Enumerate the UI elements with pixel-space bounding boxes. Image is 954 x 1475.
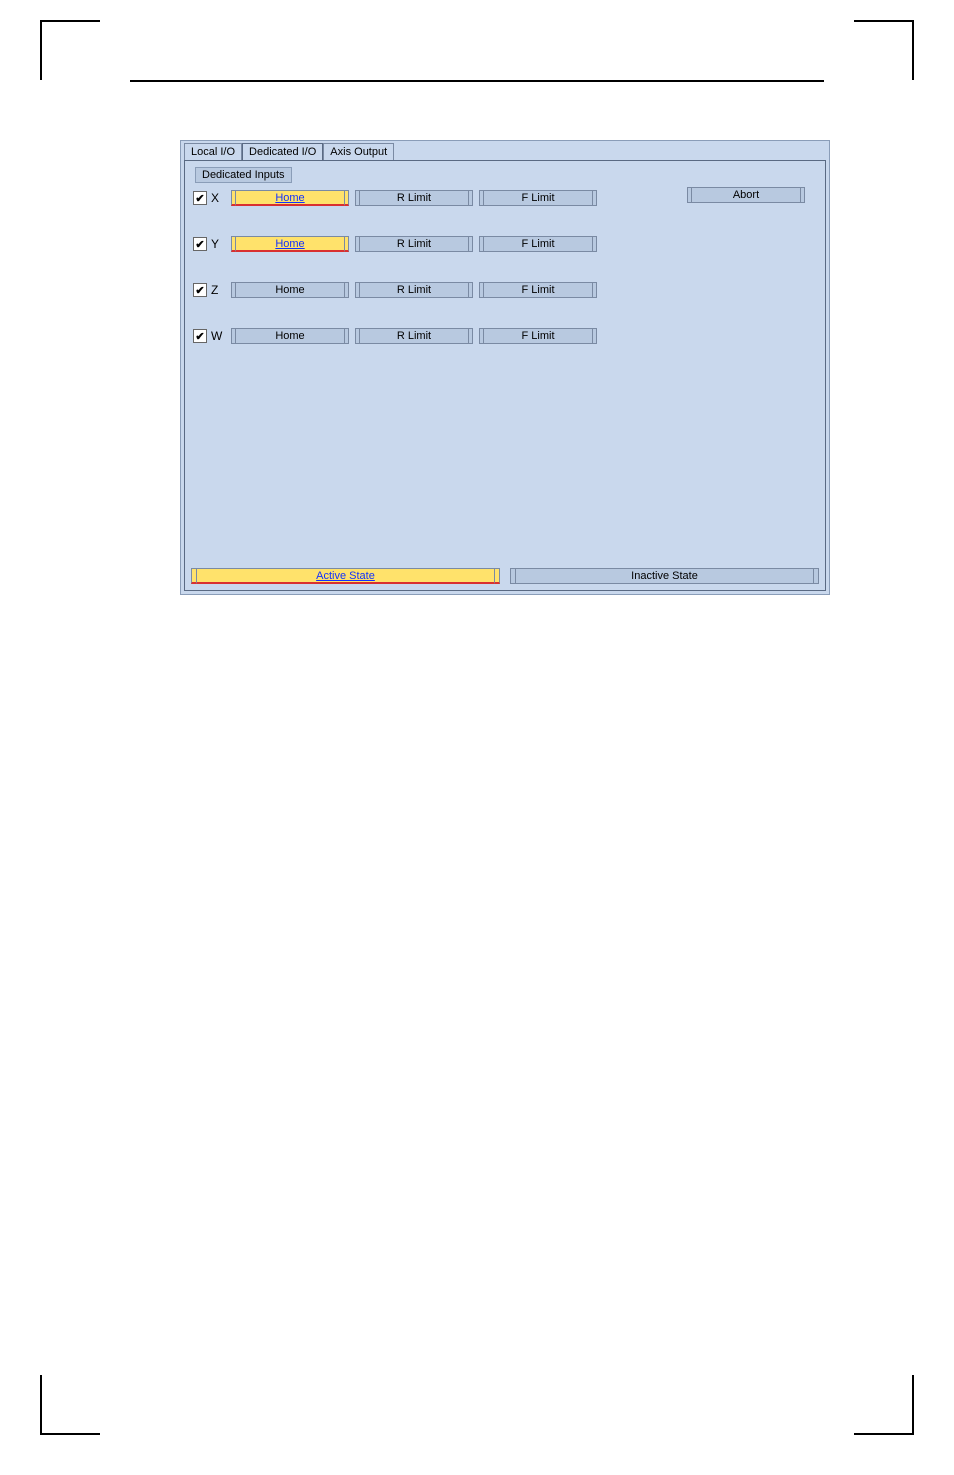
axis-x-home-label: Home	[275, 192, 304, 204]
tab-bar: Local I/O Dedicated I/O Axis Output	[181, 141, 829, 160]
axis-w-rlimit-label: R Limit	[397, 330, 431, 342]
abort-button[interactable]: Abort	[687, 187, 805, 203]
axis-y-home-label: Home	[275, 238, 304, 250]
axis-y-home-button[interactable]: Home	[231, 236, 349, 252]
page-corner-br	[854, 1375, 914, 1435]
axis-x-rlimit-button[interactable]: R Limit	[355, 190, 473, 206]
axis-w-flimit-label: F Limit	[522, 330, 555, 342]
axis-x-flimit-button[interactable]: F Limit	[479, 190, 597, 206]
axis-w-label: W	[211, 329, 227, 343]
axis-z-home-label: Home	[275, 284, 304, 296]
axis-y-checkbox[interactable]: ✔	[193, 237, 207, 251]
axis-y-label: Y	[211, 237, 227, 251]
axis-z-checkbox[interactable]: ✔	[193, 283, 207, 297]
tab-dedicated-io[interactable]: Dedicated I/O	[242, 143, 323, 160]
abort-label: Abort	[733, 189, 759, 201]
axis-rows: ✔ X Home R Limit F Limit	[189, 189, 821, 345]
group-dedicated-inputs: Dedicated Inputs	[195, 167, 292, 183]
axis-w-rlimit-button[interactable]: R Limit	[355, 328, 473, 344]
axis-x-flimit-label: F Limit	[522, 192, 555, 204]
axis-w-home-label: Home	[275, 330, 304, 342]
axis-y-flimit-button[interactable]: F Limit	[479, 236, 597, 252]
axis-row-z: ✔ Z Home R Limit F Limit	[193, 281, 817, 299]
axis-row-y: ✔ Y Home R Limit F Limit	[193, 235, 817, 253]
axis-z-rlimit-label: R Limit	[397, 284, 431, 296]
axis-w-home-button[interactable]: Home	[231, 328, 349, 344]
dedicated-io-panel: Dedicated Inputs Abort ✔ X Home	[184, 160, 826, 591]
axis-z-rlimit-button[interactable]: R Limit	[355, 282, 473, 298]
axis-z-flimit-button[interactable]: F Limit	[479, 282, 597, 298]
axis-z-label: Z	[211, 283, 227, 297]
axis-w-flimit-button[interactable]: F Limit	[479, 328, 597, 344]
axis-y-flimit-label: F Limit	[522, 238, 555, 250]
io-config-window: Local I/O Dedicated I/O Axis Output Dedi…	[180, 140, 830, 595]
legend-bar: Active State Inactive State	[191, 568, 819, 584]
page-corner-bl	[40, 1375, 100, 1435]
axis-row-w: ✔ W Home R Limit F Limit	[193, 327, 817, 345]
axis-y-rlimit-button[interactable]: R Limit	[355, 236, 473, 252]
legend-inactive-label: Inactive State	[631, 570, 698, 582]
legend-inactive-state: Inactive State	[510, 568, 819, 584]
axis-x-checkbox[interactable]: ✔	[193, 191, 207, 205]
axis-x-rlimit-label: R Limit	[397, 192, 431, 204]
axis-z-home-button[interactable]: Home	[231, 282, 349, 298]
axis-y-rlimit-label: R Limit	[397, 238, 431, 250]
axis-z-flimit-label: F Limit	[522, 284, 555, 296]
axis-w-checkbox[interactable]: ✔	[193, 329, 207, 343]
legend-active-state: Active State	[191, 568, 500, 584]
page-header-rule	[130, 80, 824, 82]
tab-axis-output[interactable]: Axis Output	[323, 143, 394, 160]
axis-x-home-button[interactable]: Home	[231, 190, 349, 206]
legend-active-label: Active State	[316, 570, 375, 582]
tab-local-io[interactable]: Local I/O	[184, 143, 242, 160]
page-corner-tl	[40, 20, 100, 80]
page-corner-tr	[854, 20, 914, 80]
axis-x-label: X	[211, 191, 227, 205]
